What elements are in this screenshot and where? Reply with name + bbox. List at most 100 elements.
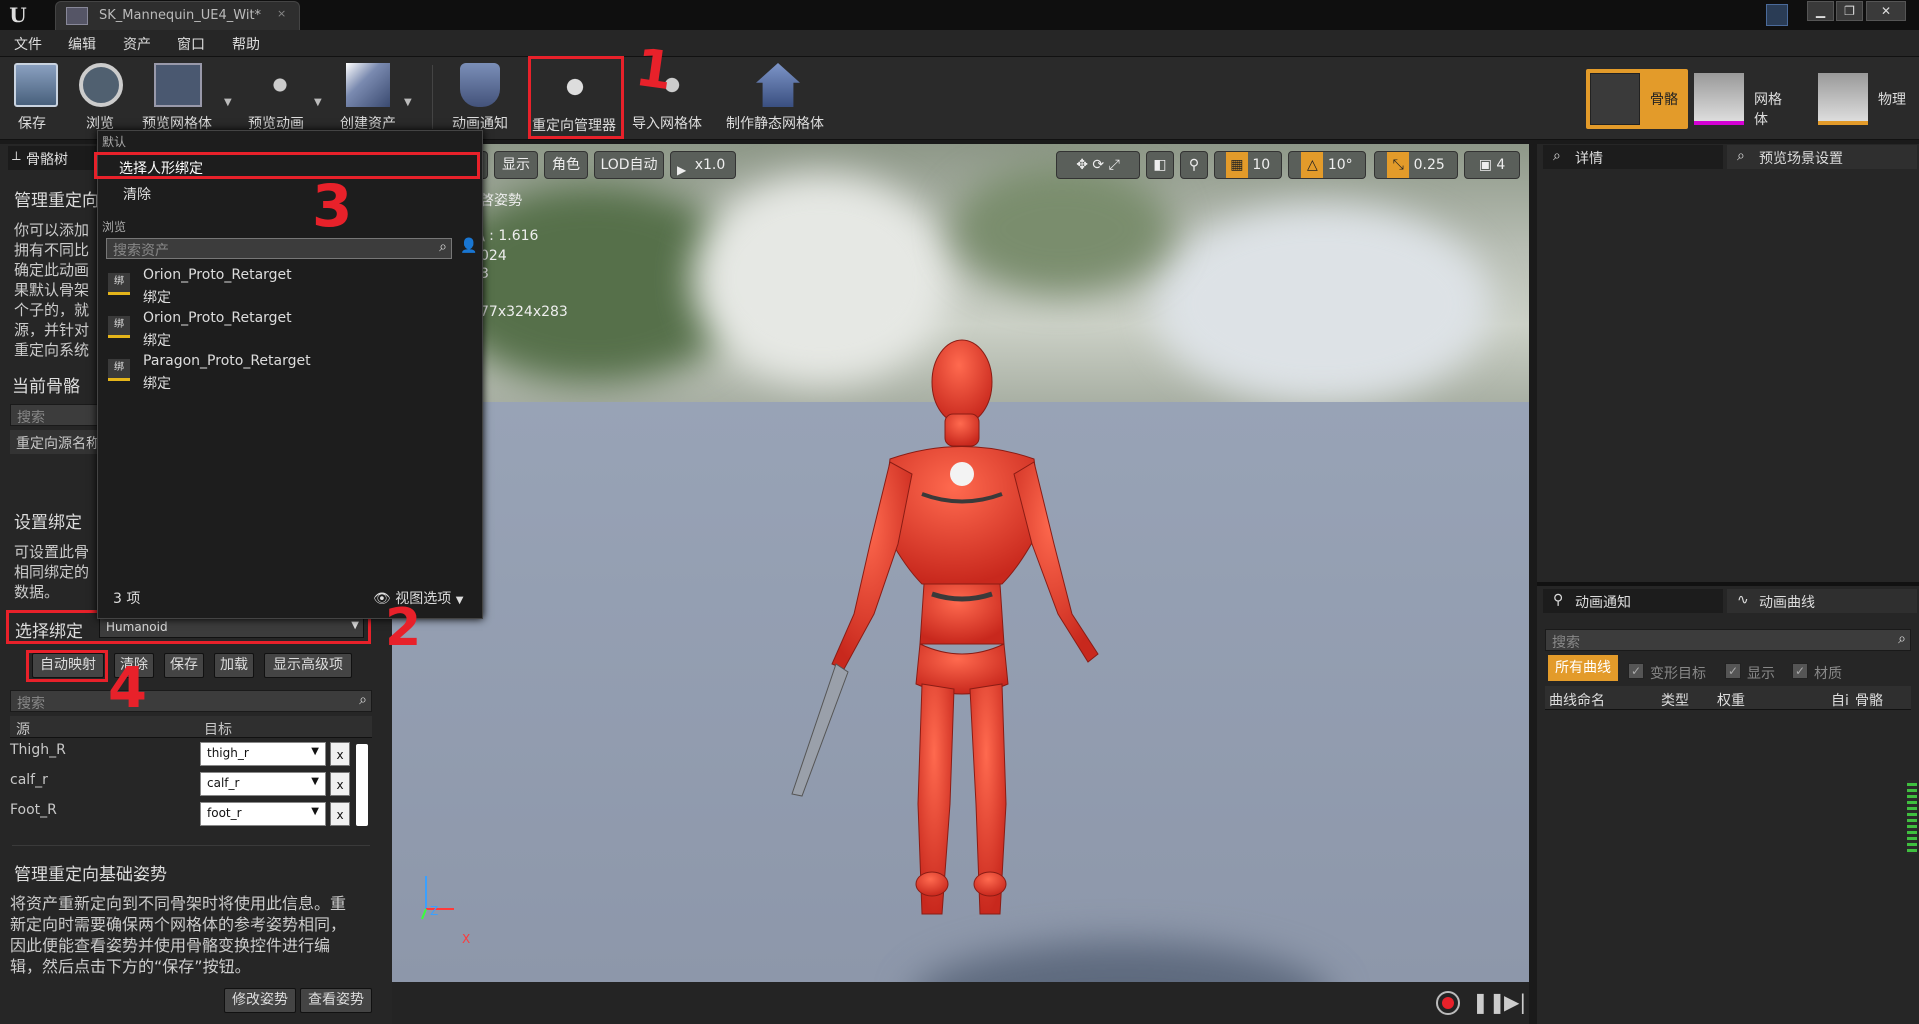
target-bone-select[interactable]: calf_r ▼ — [200, 772, 326, 796]
main-toolbar: 保存 浏览 ▼ 预览网格体 ▼ 预览动画 ▼ 创建资产 动画通知 重定向管理器 … — [0, 56, 1919, 140]
static-mesh-house-icon — [756, 63, 800, 107]
user-filter-icon[interactable]: 👤 — [460, 238, 480, 259]
rig-select-dropdown[interactable]: Humanoid ▼ — [99, 617, 364, 638]
preview-mesh-button[interactable]: ▼ 预览网格体 — [140, 57, 236, 137]
preview-animation-button[interactable]: ▼ 预览动画 — [244, 57, 328, 137]
clear-bone-x-icon[interactable]: x — [330, 802, 350, 826]
list-item[interactable]: 绑 Orion_Proto_Retarget 绑定 — [98, 267, 482, 309]
chevron-down-icon[interactable]: ▼ — [404, 97, 412, 108]
save-button[interactable]: 保存 — [8, 57, 62, 137]
document-tab-title: SK_Mannequin_UE4_Wit* — [99, 8, 262, 23]
clear-bone-x-icon[interactable]: x — [330, 742, 350, 766]
surface-snap-icon[interactable]: ⚲ — [1180, 151, 1208, 179]
audio-level-meter — [1907, 780, 1917, 854]
close-window-icon[interactable]: ✕ — [1866, 1, 1906, 21]
mode-mesh-button[interactable]: 网格体 — [1692, 69, 1790, 129]
viewport-stat: 024 — [480, 248, 507, 264]
world-local-icon[interactable]: ◧ — [1146, 151, 1174, 179]
record-icon[interactable] — [1436, 991, 1460, 1015]
mapping-scrollbar[interactable] — [356, 744, 368, 826]
chevron-down-icon[interactable]: ▼ — [224, 97, 232, 108]
graduation-cap-icon[interactable] — [1766, 4, 1788, 26]
list-item[interactable]: 绑 Orion_Proto_Retarget 绑定 — [98, 310, 482, 352]
view-pose-button[interactable]: 查看姿势 — [300, 988, 372, 1013]
table-row: Thigh_R thigh_r ▼ x — [10, 742, 362, 770]
menu-edit[interactable]: 编辑 — [68, 34, 96, 54]
menu-help[interactable]: 帮助 — [232, 34, 260, 54]
retarget-source-search-input[interactable]: 搜索 — [10, 404, 100, 426]
rig-asset-icon: 绑 — [108, 359, 130, 381]
load-mapping-button[interactable]: 加载 — [214, 653, 254, 678]
material-checkbox[interactable]: ✓ — [1792, 663, 1808, 679]
mesh-mode-icon — [1694, 73, 1744, 125]
playback-speed-button[interactable]: ▶ x1.0 — [670, 151, 736, 179]
show-button[interactable]: 显示 — [494, 151, 538, 179]
retarget-manager-button[interactable]: 重定向管理器 — [528, 56, 624, 139]
scale-icon: ⤡ — [1387, 152, 1410, 178]
magnifier-icon: ⌕ — [1737, 148, 1745, 164]
list-item[interactable]: 绑 Paragon_Proto_Retarget 绑定 — [98, 353, 482, 395]
target-bone-select[interactable]: foot_r ▼ — [200, 802, 326, 826]
make-static-mesh-button[interactable]: 制作静态网格体 — [722, 57, 836, 137]
skeleton-tree-tab[interactable]: ⟂ 骨骼树 — [8, 146, 96, 170]
step-forward-icon[interactable]: ▶| — [1504, 990, 1526, 1014]
show-checkbox[interactable]: ✓ — [1725, 663, 1741, 679]
chevron-down-icon: ▼ — [351, 620, 359, 631]
viewport-stat: 啓姿勢 — [480, 193, 522, 209]
splitter[interactable] — [1537, 582, 1919, 586]
transform-tools-group[interactable]: ✥ ⟳ ⤢ — [1056, 151, 1140, 179]
save-icon — [14, 63, 58, 107]
chevron-down-icon[interactable]: ▼ — [314, 97, 322, 108]
menu-asset[interactable]: 资产 — [123, 34, 151, 54]
clear-rig-item[interactable]: 清除 — [123, 184, 151, 204]
clear-bone-x-icon[interactable]: x — [330, 772, 350, 796]
close-tab-icon[interactable]: × — [277, 7, 286, 20]
minimize-window-icon[interactable]: ▁ — [1807, 1, 1834, 21]
magnifier-icon — [79, 63, 123, 107]
mode-skeleton-button[interactable]: 骨骼 — [1586, 69, 1688, 129]
anim-notify-button[interactable]: 动画通知 — [446, 57, 520, 137]
show-advanced-button[interactable]: 显示高级项 — [264, 653, 352, 678]
lod-button[interactable]: LOD自动 — [594, 151, 664, 179]
table-row: calf_r calf_r ▼ x — [10, 772, 362, 800]
rotation-snap-button[interactable]: △ 10° — [1288, 151, 1366, 179]
save-mapping-button[interactable]: 保存 — [164, 653, 204, 678]
asset-search-input[interactable]: 搜索资产 ⌕ — [106, 238, 452, 259]
search-icon: ⌕ — [1898, 631, 1906, 647]
section-divider — [12, 845, 370, 846]
morph-target-checkbox[interactable]: ✓ — [1628, 663, 1644, 679]
curve-search-input[interactable]: 搜索 ⌕ — [1545, 629, 1911, 651]
scale-snap-button[interactable]: ⤡ 0.25 — [1374, 151, 1458, 179]
mode-physics-button[interactable]: 物理 — [1816, 69, 1912, 129]
tab-details[interactable]: ⌕ 详情 — [1543, 145, 1723, 169]
menu-file[interactable]: 文件 — [14, 34, 42, 54]
pause-icon[interactable]: ❚❚ — [1472, 990, 1506, 1014]
tab-preview-scene-settings[interactable]: ⌕ 预览场景设置 — [1727, 145, 1917, 169]
grid-snap-button[interactable]: ▦ 10 — [1214, 151, 1282, 179]
auto-map-button[interactable]: 自动映射 — [32, 653, 104, 678]
create-asset-button[interactable]: ▼ 创建资产 — [336, 57, 420, 137]
bone-mapping-search-input[interactable]: 搜索 ⌕ — [10, 690, 372, 712]
viewport-stat: \ : 1.616 — [480, 228, 539, 244]
tab-anim-curves[interactable]: ∿ 动画曲线 — [1727, 589, 1917, 613]
rig-asset-icon: 绑 — [108, 273, 130, 295]
browse-button[interactable]: 浏览 — [74, 57, 128, 137]
all-curves-filter-button[interactable]: 所有曲线 — [1548, 655, 1618, 681]
search-icon: ⌕ — [359, 692, 367, 708]
mesh-preview-icon — [154, 63, 202, 107]
tab-anim-notifies[interactable]: ⚲ 动画通知 — [1543, 589, 1723, 613]
set-rig-title: 设置绑定 — [14, 513, 82, 533]
character-button[interactable]: 角色 — [544, 151, 588, 179]
viewport[interactable]: Z X 视 光照 显示 角色 LOD自动 ▶x1.0 ✥ ⟳ ⤢ ◧ ⚲ ▦ 1… — [392, 144, 1529, 982]
select-humanoid-rig-item[interactable]: 选择人形绑定 — [94, 152, 480, 179]
modify-pose-button[interactable]: 修改姿势 — [224, 988, 296, 1013]
menu-window[interactable]: 窗口 — [177, 34, 205, 54]
restore-window-icon[interactable]: ❐ — [1836, 1, 1863, 21]
camera-speed-button[interactable]: ▣ 4 — [1464, 151, 1520, 179]
asset-count: 3 项 — [113, 591, 141, 607]
skeleton-asset-icon — [66, 7, 88, 25]
document-tab[interactable]: SK_Mannequin_UE4_Wit* × — [55, 1, 300, 30]
unreal-logo-icon: U — [9, 3, 27, 27]
target-bone-select[interactable]: thigh_r ▼ — [200, 742, 326, 766]
bone-icon: ⟂ — [12, 149, 21, 164]
